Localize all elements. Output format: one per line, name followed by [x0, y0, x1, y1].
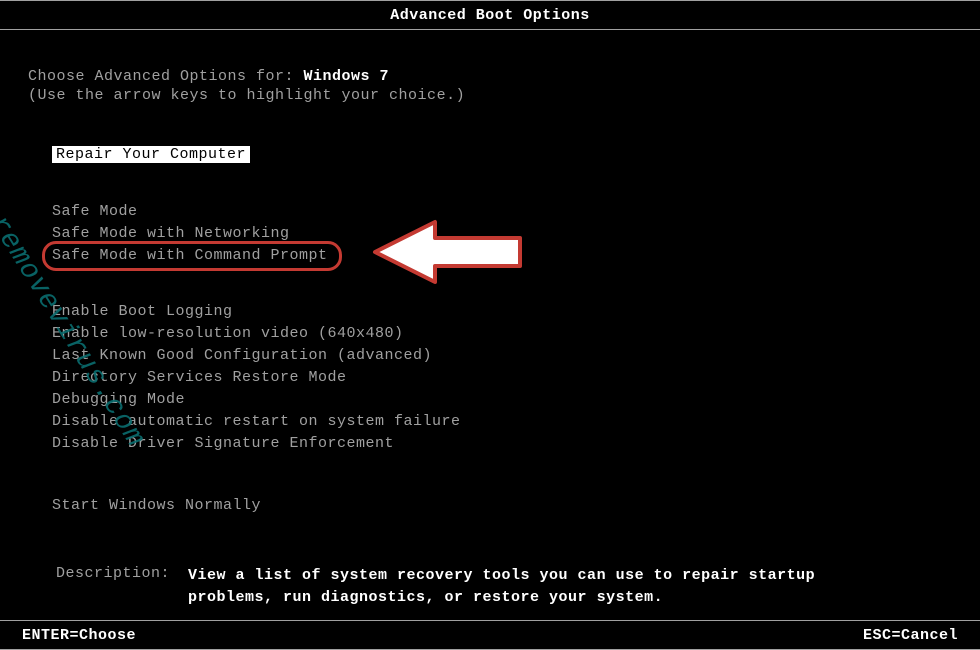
menu-item-directory-restore[interactable]: Directory Services Restore Mode	[52, 367, 952, 389]
menu-item-low-res-video[interactable]: Enable low-resolution video (640x480)	[52, 323, 952, 345]
choose-os-name: Windows 7	[304, 68, 390, 85]
title-text: Advanced Boot Options	[390, 7, 590, 24]
arrow-keys-hint: (Use the arrow keys to highlight your ch…	[28, 87, 952, 104]
safe-mode-group: Safe Mode Safe Mode with Networking Safe…	[28, 201, 952, 267]
description-label: Description:	[56, 565, 188, 609]
menu-item-safe-mode-networking[interactable]: Safe Mode with Networking	[52, 223, 952, 245]
selected-option-row[interactable]: Repair Your Computer	[28, 146, 952, 163]
title-bar: Advanced Boot Options	[0, 0, 980, 30]
main-content: Choose Advanced Options for: Windows 7 (…	[0, 30, 980, 609]
menu-item-disable-auto-restart[interactable]: Disable automatic restart on system fail…	[52, 411, 952, 433]
menu-item-debugging-mode[interactable]: Debugging Mode	[52, 389, 952, 411]
advanced-group: Enable Boot Logging Enable low-resolutio…	[28, 301, 952, 455]
footer-enter-hint: ENTER=Choose	[22, 627, 136, 644]
menu-item-last-known-good[interactable]: Last Known Good Configuration (advanced)	[52, 345, 952, 367]
selected-option[interactable]: Repair Your Computer	[52, 146, 250, 163]
menu-item-safe-mode-command-prompt[interactable]: Safe Mode with Command Prompt	[52, 245, 328, 267]
menu-item-safe-mode[interactable]: Safe Mode	[52, 201, 952, 223]
menu-item-disable-driver-sig[interactable]: Disable Driver Signature Enforcement	[52, 433, 952, 455]
footer-bar: ENTER=Choose ESC=Cancel	[0, 620, 980, 650]
normal-group: Start Windows Normally	[28, 495, 952, 517]
menu-item-label: Safe Mode with Command Prompt	[52, 247, 328, 264]
footer-esc-hint: ESC=Cancel	[863, 627, 958, 644]
menu-item-boot-logging[interactable]: Enable Boot Logging	[52, 301, 952, 323]
choose-line: Choose Advanced Options for: Windows 7	[28, 68, 952, 85]
description-text: View a list of system recovery tools you…	[188, 565, 868, 609]
description-row: Description: View a list of system recov…	[28, 565, 952, 609]
menu-item-start-normally[interactable]: Start Windows Normally	[52, 495, 952, 517]
choose-prefix: Choose Advanced Options for:	[28, 68, 304, 85]
